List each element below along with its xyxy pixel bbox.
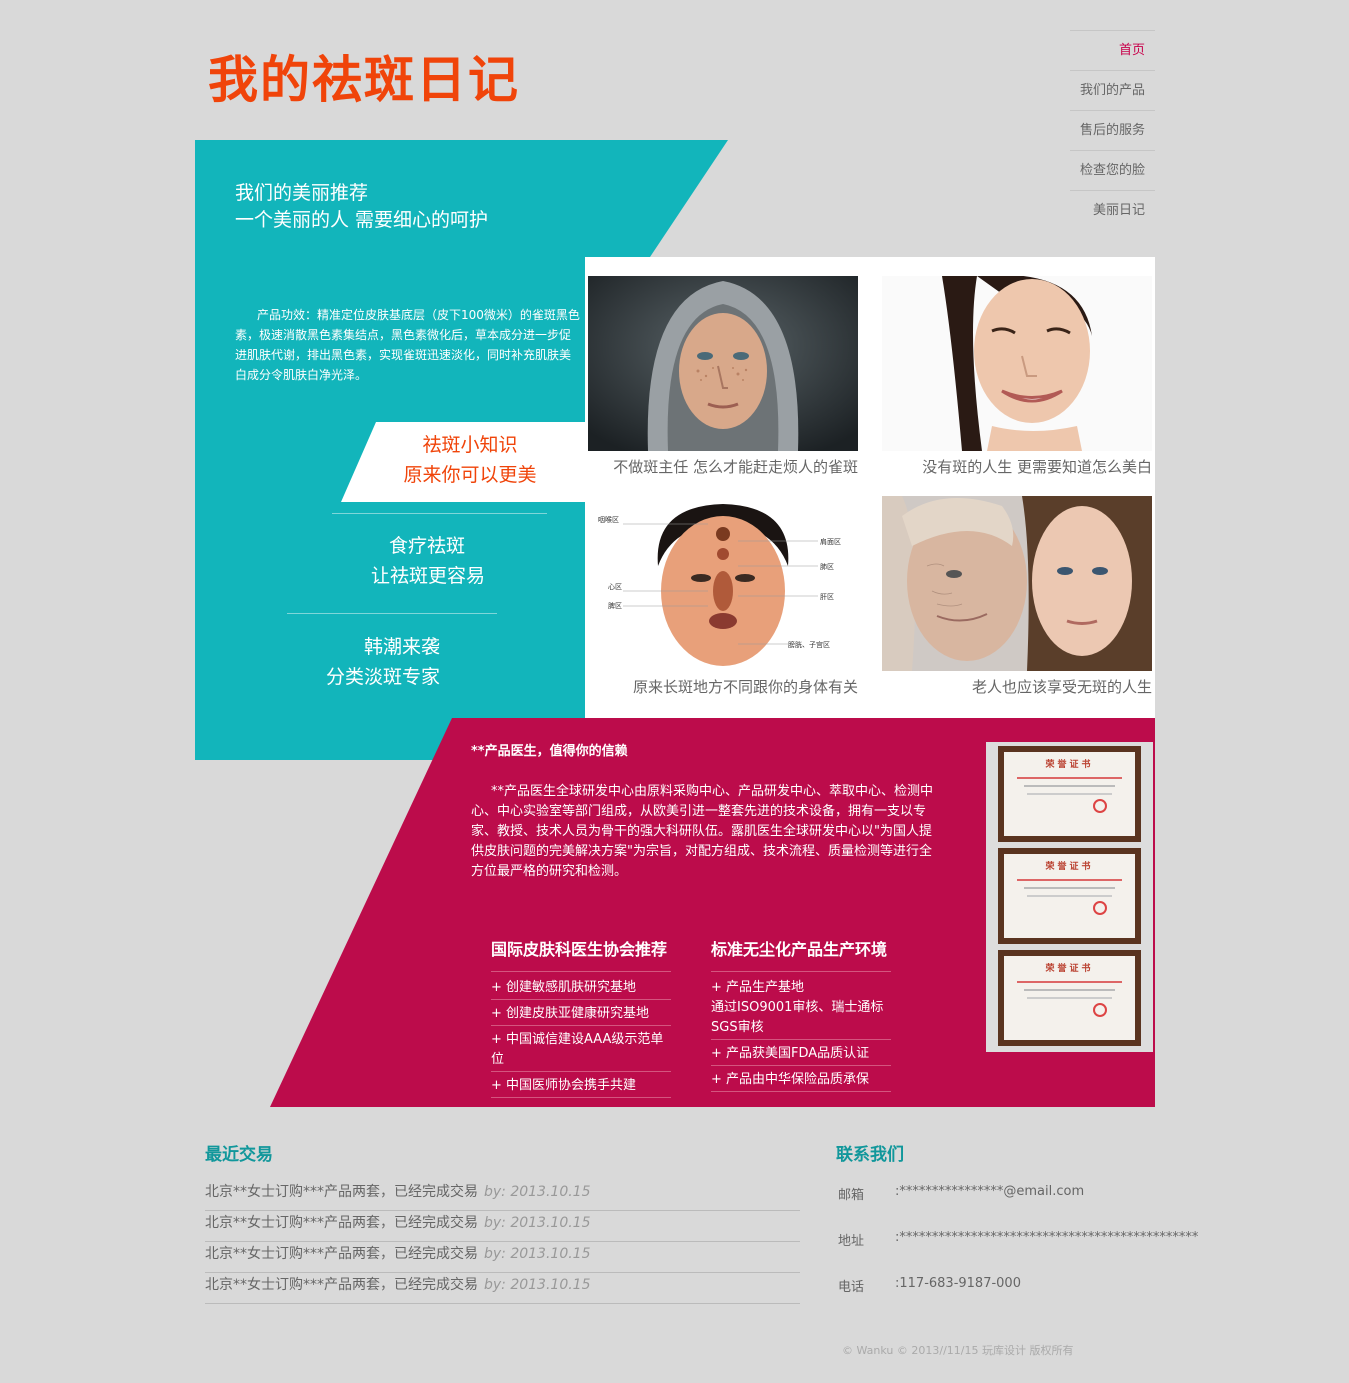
list-item[interactable]: + 中国医师协会携手共建	[491, 1072, 671, 1098]
tx-text: 北京**女士订购***产品两套，已经完成交易	[205, 1215, 478, 1231]
tx-text: 北京**女士订购***产品两套，已经完成交易	[205, 1246, 478, 1262]
main-nav: 首页 我们的产品 售后的服务 检查您的脸 美丽日记	[1070, 30, 1155, 230]
tip-line2: 原来你可以更美	[403, 464, 537, 486]
list-item[interactable]: + 创建敏感肌肤研究基地	[491, 974, 671, 1000]
face-label-forehead: 肩面区	[820, 537, 841, 546]
certificate[interactable]: 荣誉证书	[998, 746, 1141, 842]
list-item[interactable]: + 产品获美国FDA品质认证	[711, 1040, 891, 1066]
address-label: 地址	[838, 1234, 865, 1249]
face-label-liver: 肝区	[820, 593, 834, 601]
contact-title: 联系我们	[836, 1145, 904, 1165]
korea-line1: 韩潮来袭	[363, 636, 440, 658]
tx-date: by: 2013.10.15	[484, 1184, 591, 1200]
seal-icon	[1092, 901, 1107, 915]
list-item[interactable]: + 产品由中华保险品质承保	[711, 1066, 891, 1092]
about-description: **产品医生全球研发中心由原料采购中心、产品研发中心、萃取中心、检测中心、中心实…	[471, 784, 934, 879]
korea-line2: 分类淡斑专家	[325, 666, 440, 688]
certificate-title: 荣誉证书	[1045, 760, 1094, 770]
menu-item-diet[interactable]: 食疗祛斑 让祛斑更容易	[285, 531, 485, 591]
caption-4[interactable]: 老人也应该享受无斑的人生	[972, 676, 1152, 697]
tip-line1: 祛斑小知识	[422, 434, 518, 456]
hero-description: 产品功效：精准定位皮肤基底层（皮下100微米）的雀斑黑色素，极速消散黑色素集结点…	[235, 308, 580, 382]
nav-item-home[interactable]: 首页	[1070, 30, 1155, 70]
list-item[interactable]: + 中国诚信建设AAA级示范单位	[491, 1026, 671, 1072]
divider	[332, 513, 547, 514]
nav-item-products[interactable]: 我们的产品	[1070, 70, 1155, 110]
copyright: © Wanku © 2013//11/15 玩库设计 版权所有	[842, 1344, 1074, 1357]
list-item[interactable]: 北京**女士订购***产品两套，已经完成交易 by: 2013.10.15	[205, 1180, 800, 1211]
face-label-spleen: 脾区	[608, 601, 622, 610]
caption-1[interactable]: 不做斑主任 怎么才能赶走烦人的雀斑	[613, 456, 858, 477]
tx-date: by: 2013.10.15	[484, 1277, 591, 1293]
face-label-heart: 心区	[608, 583, 622, 591]
seal-icon	[1092, 799, 1107, 813]
caption-3[interactable]: 原来长斑地方不同跟你的身体有关	[633, 676, 858, 697]
recent-title: 最近交易	[205, 1145, 273, 1165]
tx-text: 北京**女士订购***产品两套，已经完成交易	[205, 1277, 478, 1293]
list-item[interactable]: 北京**女士订购***产品两套，已经完成交易 by: 2013.10.15	[205, 1273, 800, 1304]
site-logo[interactable]: 我的祛斑日记	[208, 50, 520, 110]
diet-line1: 食疗祛斑	[388, 535, 465, 557]
col2-list: + 产品生产基地 通过ISO9001审核、瑞士通标SGS审核 + 产品获美国FD…	[711, 971, 891, 1092]
phone-value[interactable]: :117-683-9187-000	[895, 1276, 1021, 1291]
tx-text: 北京**女士订购***产品两套，已经完成交易	[205, 1184, 478, 1200]
certificate[interactable]: 荣誉证书	[998, 848, 1141, 944]
photo-old-young-women[interactable]	[882, 496, 1152, 671]
face-label-throat: 咽喉区	[598, 515, 619, 524]
certificate-title: 荣誉证书	[1045, 862, 1094, 872]
recent-list: 北京**女士订购***产品两套，已经完成交易 by: 2013.10.15 北京*…	[205, 1180, 800, 1304]
address-value: :***************************************…	[895, 1230, 1199, 1245]
tx-date: by: 2013.10.15	[484, 1246, 591, 1262]
photo-freckled-woman[interactable]	[588, 276, 858, 451]
menu-item-korea[interactable]: 韩潮来袭 分类淡斑专家	[240, 632, 440, 692]
list-item[interactable]: 北京**女士订购***产品两套，已经完成交易 by: 2013.10.15	[205, 1211, 800, 1242]
caption-2[interactable]: 没有斑的人生 更需要知道怎么美白	[922, 456, 1152, 477]
nav-item-check-face[interactable]: 检查您的脸	[1070, 150, 1155, 190]
face-label-lung: 肺区	[820, 563, 834, 571]
nav-item-service[interactable]: 售后的服务	[1070, 110, 1155, 150]
nav-item-diary[interactable]: 美丽日记	[1070, 190, 1155, 230]
col1-list: + 创建敏感肌肤研究基地 + 创建皮肤亚健康研究基地 + 中国诚信建设AAA级示…	[491, 971, 671, 1098]
photo-smiling-woman[interactable]	[882, 276, 1152, 451]
certificate[interactable]: 荣誉证书	[998, 950, 1141, 1046]
tx-date: by: 2013.10.15	[484, 1215, 591, 1231]
photo-face-map[interactable]: 咽喉区 心区 脾区 肩面区 肺区 肝区 膀胱、子宫区	[588, 496, 858, 671]
diet-line2: 让祛斑更容易	[370, 565, 485, 587]
list-item[interactable]: + 产品生产基地 通过ISO9001审核、瑞士通标SGS审核	[711, 974, 891, 1040]
divider	[287, 613, 497, 614]
face-label-bladder: 膀胱、子宫区	[788, 640, 830, 649]
email-value[interactable]: :****************@email.com	[895, 1184, 1084, 1199]
phone-label: 电话	[838, 1280, 865, 1295]
col1-title: 国际皮肤科医生协会推荐	[491, 940, 668, 959]
certificates: 荣誉证书 荣誉证书 荣誉证书	[986, 742, 1153, 1052]
certificate-title: 荣誉证书	[1045, 964, 1094, 974]
about-title: **产品医生，值得你的信赖	[471, 744, 628, 759]
list-item[interactable]: 北京**女士订购***产品两套，已经完成交易 by: 2013.10.15	[205, 1242, 800, 1273]
email-label: 邮箱	[838, 1188, 865, 1203]
seal-icon	[1092, 1003, 1107, 1017]
list-item[interactable]: + 创建皮肤亚健康研究基地	[491, 1000, 671, 1026]
menu-item-tips[interactable]: 祛斑小知识 原来你可以更美	[370, 430, 570, 490]
hero-title: 我们的美丽推荐 一个美丽的人 需要细心的呵护	[235, 182, 489, 231]
col2-title: 标准无尘化产品生产环境	[711, 940, 888, 959]
